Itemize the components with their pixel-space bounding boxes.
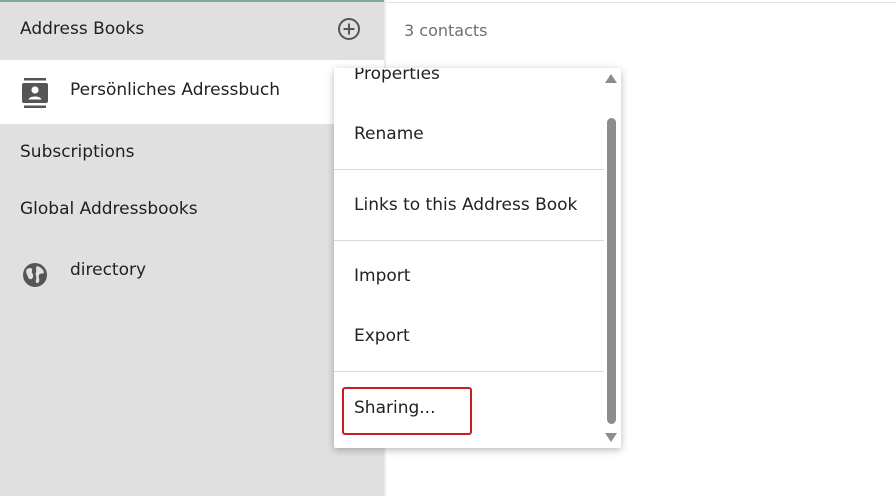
contact-card-icon xyxy=(22,78,48,108)
menu-separator xyxy=(334,240,604,241)
main-top-border xyxy=(386,2,896,3)
menu-item-properties[interactable]: Properties xyxy=(354,68,440,84)
subscriptions-header: Subscriptions xyxy=(20,142,135,162)
sidebar-item-personal-addressbook[interactable]: Persönliches Adressbuch xyxy=(0,60,384,124)
sidebar-item-directory[interactable]: directory xyxy=(0,252,384,296)
menu-item-links[interactable]: Links to this Address Book xyxy=(354,195,577,215)
global-addressbooks-header: Global Addressbooks xyxy=(20,199,198,219)
menu-separator xyxy=(334,169,604,170)
scrollbar-thumb[interactable] xyxy=(607,118,616,424)
sidebar-accent-line xyxy=(0,0,384,2)
contacts-count: 3 contacts xyxy=(404,21,488,40)
sidebar: Address Books Persönliches Adressbuch Su… xyxy=(0,0,384,496)
address-book-context-menu: Properties Rename Links to this Address … xyxy=(334,68,621,448)
add-address-book-button[interactable] xyxy=(338,18,360,40)
menu-item-import[interactable]: Import xyxy=(354,266,410,286)
menu-separator xyxy=(334,371,604,372)
menu-item-export[interactable]: Export xyxy=(354,326,410,346)
menu-item-rename[interactable]: Rename xyxy=(354,124,424,144)
scroll-up-arrow-icon[interactable] xyxy=(605,74,617,83)
scroll-down-arrow-icon[interactable] xyxy=(605,433,617,442)
menu-item-sharing[interactable]: Sharing... xyxy=(354,398,435,418)
globe-icon xyxy=(23,263,47,287)
sidebar-item-label: directory xyxy=(70,260,147,280)
address-books-header: Address Books xyxy=(20,19,145,39)
sidebar-item-label: Persönliches Adressbuch xyxy=(70,80,281,100)
